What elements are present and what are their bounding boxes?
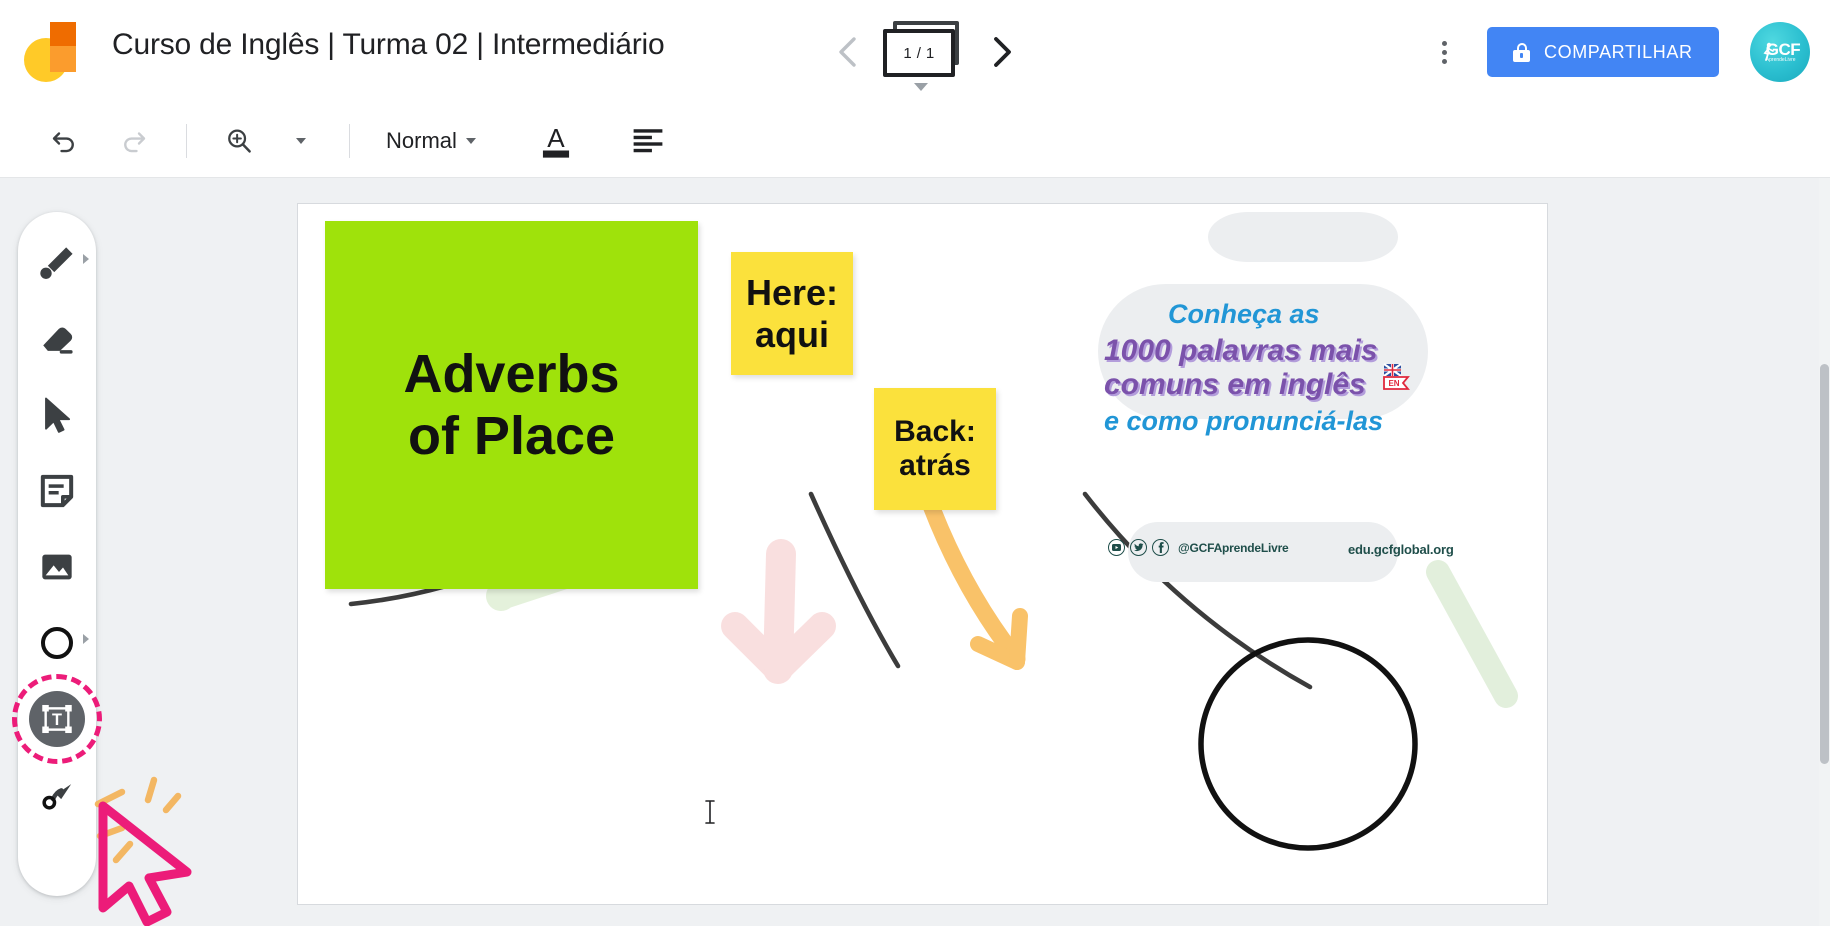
jamboard-logo [24, 22, 76, 82]
next-frame-button[interactable] [985, 35, 1019, 69]
lock-icon [1513, 42, 1530, 62]
kebab-dot [1441, 58, 1447, 64]
promo-line-1: Conheça as [1168, 299, 1320, 329]
svg-text:EN: EN [1388, 379, 1399, 388]
frame-navigator: 1 / 1 [780, 14, 1070, 91]
zoom-in-button[interactable] [215, 117, 263, 165]
circle-shape-icon [41, 627, 73, 659]
redo-icon [124, 131, 146, 152]
avatar[interactable]: GCF AprendeLivre [1750, 22, 1810, 82]
page-title[interactable]: Curso de Inglês | Turma 02 | Intermediár… [112, 28, 665, 62]
canvas-area[interactable]: Conheça as 1000 palavras mais comuns em … [0, 178, 1830, 926]
eraser-tool[interactable] [24, 306, 90, 372]
chevron-right-icon [994, 37, 1011, 67]
toolbar-divider [186, 123, 187, 158]
chevron-down-icon [465, 137, 476, 144]
font-style-label: Normal [386, 127, 457, 153]
svg-text:A: A [547, 122, 565, 152]
text-align-button[interactable] [624, 117, 672, 165]
english-flag-badge-icon: EN [1383, 363, 1410, 390]
text-color-icon: A [542, 122, 569, 158]
chevron-right-icon[interactable] [83, 634, 89, 644]
pen-icon [40, 247, 73, 279]
kebab-dot [1441, 49, 1447, 55]
promo-line-4: e como pronunciá-las [1104, 406, 1384, 436]
share-button-label: COMPARTILHAR [1544, 41, 1693, 62]
more-options-button[interactable] [1424, 32, 1464, 72]
sticky-note-tool[interactable] [24, 458, 90, 524]
note-back-atras[interactable]: Back: atrás [874, 388, 996, 510]
logo-bar-mid-shape [50, 46, 76, 72]
promo-line-2: 1000 palavras mais [1104, 334, 1378, 367]
tool-rail: T [12, 212, 102, 896]
pen-tool[interactable] [24, 230, 90, 296]
zoom-dropdown-button[interactable] [277, 117, 325, 165]
kebab-dot [1441, 40, 1447, 46]
prev-frame-button[interactable] [831, 35, 865, 69]
text-box-icon: T [42, 704, 72, 734]
zoom-in-icon [228, 128, 251, 153]
image-tool[interactable] [24, 534, 90, 600]
chevron-left-icon [839, 37, 856, 67]
vertical-scrollbar-thumb[interactable] [1820, 364, 1829, 764]
pink-arrow-annotation [721, 539, 836, 684]
logo-bar-top-shape [50, 22, 76, 46]
text-box-tool-chip: T [29, 691, 85, 747]
youtube-icon[interactable] [1108, 539, 1125, 556]
avatar-subtext: AprendeLivre [1765, 57, 1796, 63]
promo-url: edu.gcfglobal.org [1348, 542, 1454, 557]
promo-social-handle: @GCFAprendeLivre [1178, 540, 1289, 555]
toolbar-divider [349, 123, 350, 158]
note-here-aqui[interactable]: Here: aqui [731, 252, 853, 375]
black-stroke-middle [808, 491, 901, 669]
format-toolbar: Normal A [0, 104, 1830, 178]
note-adverbs-of-place[interactable]: Adverbs of Place [325, 221, 698, 589]
sticky-note-icon [40, 474, 74, 508]
share-button[interactable]: COMPARTILHAR [1487, 27, 1719, 77]
promo-blob-shape [1208, 212, 1398, 262]
promo-social-row: @GCFAprendeLivre [1108, 539, 1289, 556]
eraser-icon [43, 327, 73, 354]
chevron-right-icon[interactable] [83, 254, 89, 264]
cursor-arrow-icon [45, 397, 71, 433]
image-icon [42, 554, 72, 580]
black-circle-annotation [1198, 637, 1418, 851]
chevron-down-icon [296, 137, 306, 144]
text-color-button[interactable]: A [532, 117, 580, 165]
shape-tool[interactable] [24, 610, 90, 676]
orange-arrow-annotation [914, 475, 1028, 670]
redo-button[interactable] [110, 117, 158, 165]
jam-board-canvas[interactable]: Conheça as 1000 palavras mais comuns em … [297, 203, 1548, 905]
laser-pointer-icon [42, 784, 72, 810]
promo-line-3: comuns em inglês [1104, 368, 1366, 401]
chevron-down-icon[interactable] [914, 83, 928, 91]
frame-counter-button[interactable]: 1 / 1 [883, 21, 967, 91]
app-header: Curso de Inglês | Turma 02 | Intermediár… [0, 0, 1830, 104]
frame-counter-label: 1 / 1 [883, 29, 955, 77]
green-stroke-annotation [1426, 560, 1518, 708]
text-box-tool[interactable]: T [12, 674, 102, 764]
svg-text:T: T [52, 711, 62, 729]
gcf-promo-image[interactable]: Conheça as 1000 palavras mais comuns em … [1098, 204, 1458, 582]
laser-tool[interactable] [24, 762, 90, 828]
vertical-scrollbar-track[interactable] [1819, 178, 1830, 926]
undo-button[interactable] [40, 117, 88, 165]
undo-icon [52, 131, 74, 152]
jamboard-app: Curso de Inglês | Turma 02 | Intermediár… [0, 0, 1830, 926]
twitter-icon[interactable] [1130, 539, 1147, 556]
align-left-icon [633, 128, 663, 152]
facebook-icon[interactable] [1152, 539, 1169, 556]
i-beam-cursor [705, 800, 715, 824]
select-tool[interactable] [24, 382, 90, 448]
font-style-dropdown[interactable]: Normal [376, 119, 486, 163]
